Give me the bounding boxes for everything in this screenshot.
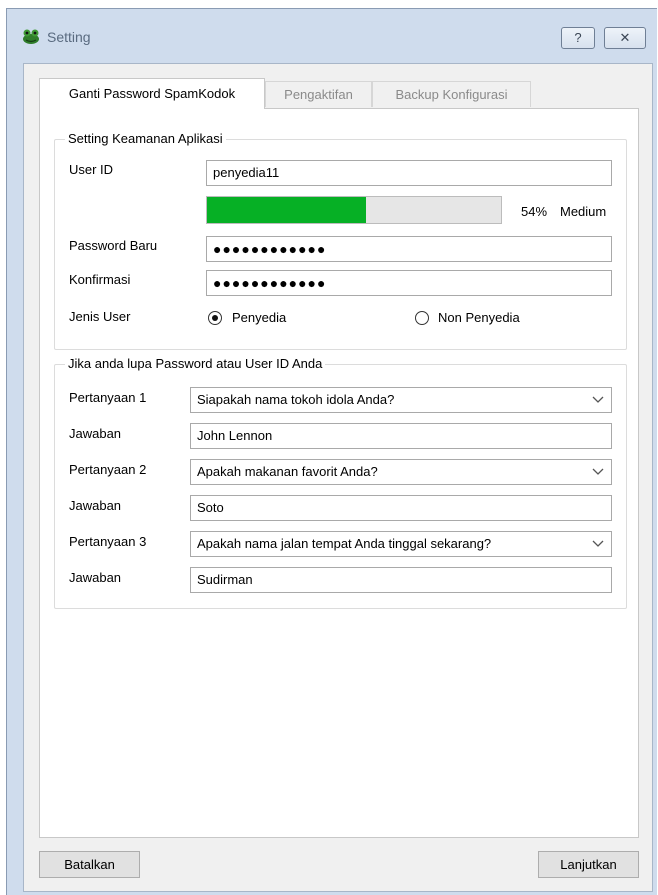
security-group: Setting Keamanan Aplikasi User ID penyed…: [54, 131, 627, 350]
window-title: Setting: [47, 29, 91, 45]
question-3-value: Apakah nama jalan tempat Anda tinggal se…: [197, 536, 492, 551]
question-2-select[interactable]: Apakah makanan favorit Anda?: [190, 459, 612, 485]
radio-penyedia-label[interactable]: Penyedia: [232, 310, 286, 326]
answer-3-label: Jawaban: [69, 570, 122, 585]
title-bar[interactable]: Setting ? ✕: [7, 9, 657, 67]
radio-non-penyedia-label[interactable]: Non Penyedia: [438, 310, 520, 326]
password-strength-fill: [207, 197, 366, 223]
question-2-label: Pertanyaan 2: [69, 462, 147, 477]
question-1-label: Pertanyaan 1: [69, 390, 147, 405]
recovery-group: Jika anda lupa Password atau User ID And…: [54, 356, 627, 609]
question-1-select[interactable]: Siapakah nama tokoh idola Anda?: [190, 387, 612, 413]
user-type-label: Jenis User: [69, 309, 131, 324]
question-3-label: Pertanyaan 3: [69, 534, 147, 549]
answer-2-input[interactable]: Soto: [190, 495, 612, 521]
cancel-button[interactable]: Batalkan: [39, 851, 140, 878]
password-input[interactable]: ●●●●●●●●●●●●: [206, 236, 612, 262]
question-3-select[interactable]: Apakah nama jalan tempat Anda tinggal se…: [190, 531, 612, 557]
user-id-label: User ID: [69, 162, 114, 177]
help-button[interactable]: ?: [561, 27, 595, 49]
radio-non-penyedia-dot[interactable]: [415, 311, 429, 325]
next-button[interactable]: Lanjutkan: [538, 851, 639, 878]
tab-pengaktifan[interactable]: Pengaktifan: [265, 81, 372, 107]
help-icon: ?: [574, 30, 582, 45]
chevron-down-icon: [592, 540, 604, 547]
answer-1-input[interactable]: John Lennon: [190, 423, 612, 449]
dialog-client-area: Ganti Password SpamKodok Pengaktifan Bac…: [23, 63, 653, 892]
chevron-down-icon: [592, 468, 604, 475]
radio-penyedia-dot[interactable]: [208, 311, 222, 325]
question-1-value: Siapakah nama tokoh idola Anda?: [197, 392, 395, 407]
strength-percent: 54%: [521, 204, 548, 219]
dialog-window: Setting ? ✕ Ganti Password SpamKodok Pen…: [6, 8, 657, 895]
security-group-title: Setting Keamanan Aplikasi: [65, 131, 226, 147]
password-label: Password Baru: [69, 238, 158, 253]
answer-1-label: Jawaban: [69, 426, 122, 441]
tab-ganti-password[interactable]: Ganti Password SpamKodok: [39, 78, 265, 109]
frog-app-icon: [23, 29, 39, 44]
tab-panel: Setting Keamanan Aplikasi User ID penyed…: [39, 108, 639, 838]
password-strength-bar: [206, 196, 502, 224]
close-button[interactable]: ✕: [604, 27, 646, 49]
close-icon: ✕: [619, 30, 631, 45]
chevron-down-icon: [592, 396, 604, 403]
tab-backup-konfigurasi[interactable]: Backup Konfigurasi: [372, 81, 531, 107]
answer-3-input[interactable]: Sudirman: [190, 567, 612, 593]
confirm-label: Konfirmasi: [69, 272, 131, 287]
answer-2-label: Jawaban: [69, 498, 122, 513]
recovery-group-title: Jika anda lupa Password atau User ID And…: [65, 356, 326, 372]
strength-label: Medium: [560, 204, 607, 219]
user-id-input[interactable]: penyedia11: [206, 160, 612, 186]
question-2-value: Apakah makanan favorit Anda?: [197, 464, 378, 479]
confirm-password-input[interactable]: ●●●●●●●●●●●●: [206, 270, 612, 296]
